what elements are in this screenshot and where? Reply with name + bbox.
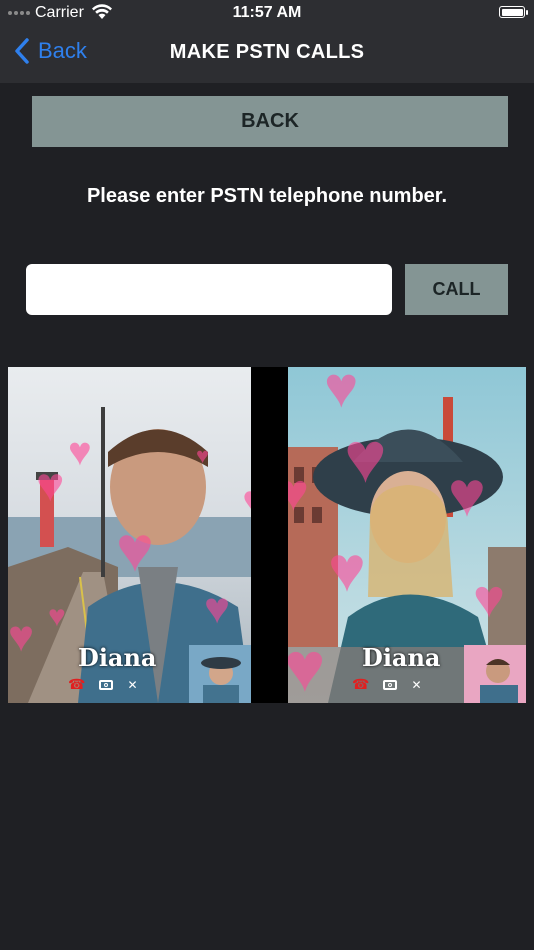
heart-decoration: ♥ bbox=[288, 464, 309, 522]
phone-number-input[interactable] bbox=[26, 264, 392, 315]
minimize-icon[interactable]: ✕ bbox=[411, 678, 421, 692]
call-controls: ☎ ✕ bbox=[352, 676, 422, 693]
end-call-icon[interactable]: ☎ bbox=[68, 676, 85, 693]
back-button[interactable]: BACK bbox=[32, 96, 508, 147]
heart-decoration: ♥ bbox=[36, 459, 65, 512]
pip-self-view bbox=[189, 645, 251, 703]
end-call-icon[interactable]: ☎ bbox=[352, 676, 369, 693]
video-call-preview-image: ♥ ♥ ♥ ♥ ♥ ♥ ♥ ♥ Diana ☎ ✕ bbox=[8, 367, 526, 703]
pip-self-view bbox=[464, 645, 526, 703]
heart-decoration: ♥ bbox=[288, 628, 326, 703]
heart-decoration: ♥ bbox=[448, 458, 486, 530]
heart-decoration: ♥ bbox=[473, 569, 506, 629]
preview-panel-left: ♥ ♥ ♥ ♥ ♥ ♥ ♥ ♥ Diana ☎ ✕ bbox=[8, 367, 251, 703]
heart-decoration: ♥ bbox=[68, 430, 92, 474]
heart-decoration: ♥ bbox=[48, 600, 66, 633]
page-title: MAKE PSTN CALLS bbox=[169, 41, 365, 63]
top-bar: Carrier 11:57 AM Back MAKE PSTN CALLS bbox=[0, 0, 534, 83]
call-button[interactable]: CALL bbox=[405, 264, 508, 315]
heart-decoration: ♥ bbox=[196, 443, 210, 468]
heart-decoration: ♥ bbox=[324, 367, 359, 420]
status-bar: Carrier 11:57 AM bbox=[0, 0, 534, 26]
caller-name-label: Diana bbox=[362, 643, 441, 672]
call-controls: ☎ ✕ bbox=[68, 676, 138, 693]
heart-decoration: ♥ bbox=[242, 479, 251, 527]
heart-decoration: ♥ bbox=[344, 418, 387, 498]
caller-name-label: Diana bbox=[78, 643, 157, 672]
navigation-bar: Back MAKE PSTN CALLS bbox=[0, 26, 534, 83]
heart-decoration: ♥ bbox=[116, 513, 154, 585]
minimize-icon[interactable]: ✕ bbox=[127, 678, 137, 692]
battery-icon bbox=[499, 6, 528, 18]
instruction-text: Please enter PSTN telephone number. bbox=[86, 185, 448, 207]
heart-decoration: ♥ bbox=[8, 612, 35, 661]
camera-icon[interactable] bbox=[99, 679, 114, 690]
camera-icon[interactable] bbox=[383, 679, 398, 690]
preview-panel-right: ♥ ♥ ♥ ♥ ♥ ♥ ♥ Diana ☎ ✕ bbox=[288, 367, 526, 703]
heart-decoration: ♥ bbox=[328, 533, 366, 605]
status-time: 11:57 AM bbox=[232, 4, 302, 21]
heart-decoration: ♥ bbox=[204, 584, 231, 633]
